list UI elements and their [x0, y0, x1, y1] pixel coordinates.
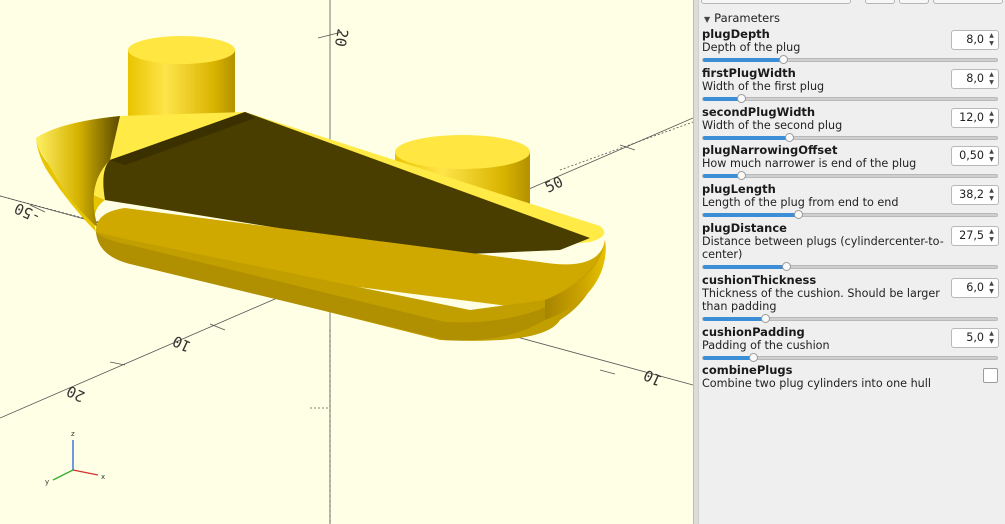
param-name: plugDistance: [702, 221, 787, 235]
param-value-spinbox[interactable]: 38,2 ▲ ▼: [951, 185, 999, 205]
spinbox-value: 6,0: [966, 281, 984, 294]
customizer-panel: ▼ Parameters plugDepth Depth of the plug 8,…: [699, 0, 1005, 524]
param-slider[interactable]: [702, 171, 998, 180]
param-slider[interactable]: [702, 94, 998, 103]
param-name: firstPlugWidth: [702, 66, 796, 80]
tick-label: 20: [331, 27, 352, 48]
param-slider[interactable]: [702, 262, 998, 271]
param-slider[interactable]: [702, 55, 998, 64]
spinbox-value: 0,50: [959, 149, 984, 162]
slider-fill: [703, 136, 789, 140]
param-description: Distance between plugs (cylindercenter-t…: [702, 235, 944, 261]
param-description: Length of the plug from end to end: [702, 196, 899, 209]
param-name: plugNarrowingOffset: [702, 143, 838, 157]
parameters-section-header[interactable]: ▼ Parameters: [702, 10, 1002, 26]
spin-arrows-icon[interactable]: ▲ ▼: [986, 32, 997, 48]
spin-arrows-icon[interactable]: ▲ ▼: [986, 330, 997, 346]
tick-label: -50: [12, 199, 44, 227]
slider-handle[interactable]: [749, 353, 759, 362]
param-slider[interactable]: [702, 353, 998, 362]
spin-arrows-icon[interactable]: ▲ ▼: [986, 187, 997, 203]
tick-label: 50: [542, 173, 566, 197]
plug-cylinder-1: [128, 36, 235, 125]
3d-scene: 20 -50 10 50 20 10 z x y: [0, 0, 693, 524]
slider-handle[interactable]: [737, 94, 747, 103]
tick-label: 10: [641, 366, 665, 390]
slider-handle[interactable]: [778, 55, 788, 64]
gizmo-y-label: y: [45, 478, 49, 486]
param-value-spinbox[interactable]: 5,0 ▲ ▼: [951, 328, 999, 348]
section-title: Parameters: [714, 11, 780, 25]
spinbox-value: 8,0: [966, 33, 984, 46]
param-description: Combine two plug cylinders into one hull: [702, 377, 931, 390]
param-value-spinbox[interactable]: 0,50 ▲ ▼: [951, 146, 999, 166]
slider-handle[interactable]: [784, 133, 794, 142]
param-name: cushionPadding: [702, 325, 805, 339]
param-slider[interactable]: [702, 210, 998, 219]
slider-fill: [703, 174, 742, 178]
slider-handle[interactable]: [737, 171, 747, 180]
spinbox-value: 12,0: [959, 111, 984, 124]
slider-fill: [703, 317, 766, 321]
param-slider[interactable]: [702, 314, 998, 323]
slider-handle[interactable]: [761, 314, 771, 323]
param-name: secondPlugWidth: [702, 105, 816, 119]
spin-arrows-icon[interactable]: ▲ ▼: [986, 148, 997, 164]
slider-fill: [703, 356, 754, 360]
param-description: Depth of the plug: [702, 41, 801, 54]
spin-arrows-icon[interactable]: ▲ ▼: [986, 71, 997, 87]
param-description: How much narrower is end of the plug: [702, 157, 917, 170]
spin-arrows-icon[interactable]: ▲ ▼: [986, 228, 997, 244]
slider-fill: [703, 265, 786, 269]
param-name: plugLength: [702, 182, 776, 196]
combine-plugs-checkbox[interactable]: [983, 368, 998, 383]
param-value-spinbox[interactable]: 12,0 ▲ ▼: [951, 108, 999, 128]
param-description: Thickness of the cushion. Should be larg…: [702, 287, 940, 313]
param-name: combinePlugs: [702, 363, 793, 377]
spinbox-value: 38,2: [959, 188, 984, 201]
axis-gizmo: z x y: [45, 430, 105, 486]
param-name: cushionThickness: [702, 273, 817, 287]
param-slider[interactable]: [702, 133, 998, 142]
tick-label: 20: [64, 382, 88, 406]
param-value-spinbox[interactable]: 8,0 ▲ ▼: [951, 69, 999, 89]
spinbox-value: 27,5: [959, 229, 984, 242]
preset-add-button[interactable]: [899, 0, 929, 4]
spin-arrows-icon[interactable]: ▲ ▼: [986, 110, 997, 126]
gizmo-z-label: z: [71, 430, 75, 438]
preset-save-button[interactable]: [865, 0, 895, 4]
slider-fill: [703, 213, 798, 217]
param-value-spinbox[interactable]: 27,5 ▲ ▼: [951, 226, 999, 246]
slider-fill: [703, 97, 742, 101]
preset-remove-button[interactable]: [933, 0, 1003, 4]
slider-fill: [703, 58, 783, 62]
param-value-spinbox[interactable]: 6,0 ▲ ▼: [951, 278, 999, 298]
slider-handle[interactable]: [793, 210, 803, 219]
spinbox-value: 5,0: [966, 331, 984, 344]
param-description: Width of the second plug: [702, 119, 843, 132]
preset-dropdown[interactable]: [701, 0, 851, 4]
collapse-triangle-icon: ▼: [704, 15, 711, 24]
param-value-spinbox[interactable]: 8,0 ▲ ▼: [951, 30, 999, 50]
spinbox-value: 8,0: [966, 72, 984, 85]
3d-viewport[interactable]: 20 -50 10 50 20 10 z x y: [0, 0, 693, 524]
param-description: Width of the first plug: [702, 80, 825, 93]
gizmo-x-label: x: [101, 473, 105, 481]
param-description: Padding of the cushion: [702, 339, 830, 352]
param-name: plugDepth: [702, 27, 770, 41]
slider-handle[interactable]: [781, 262, 791, 271]
spin-arrows-icon[interactable]: ▲ ▼: [986, 280, 997, 296]
